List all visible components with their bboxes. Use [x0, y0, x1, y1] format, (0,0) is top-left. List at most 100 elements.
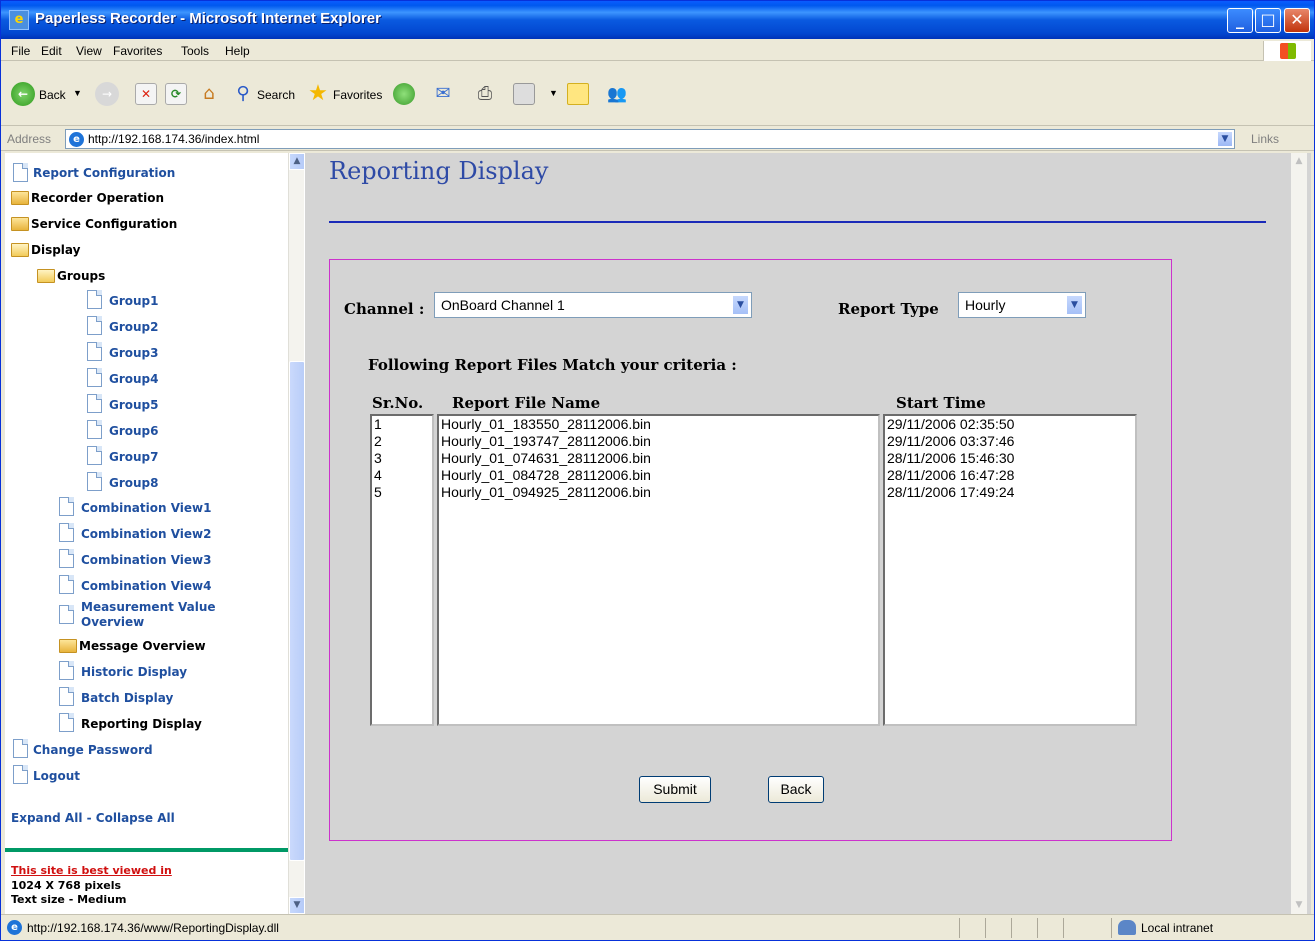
nav-service-configuration[interactable]: Service Configuration [31, 217, 177, 231]
nav-change-password[interactable]: Change Password [33, 743, 153, 757]
srno-listbox[interactable]: 1 2 3 4 5 [370, 414, 434, 726]
menu-bar: File Edit View Favorites Tools Help [1, 39, 1314, 61]
scroll-thumb[interactable] [289, 361, 304, 861]
nav-group4[interactable]: Group4 [109, 372, 159, 386]
list-item[interactable]: Hourly_01_193747_28112006.bin [439, 433, 878, 450]
chevron-down-icon[interactable]: ▼ [732, 295, 749, 315]
nav-measurement-overview[interactable]: Overview [81, 615, 144, 629]
nav-group1[interactable]: Group1 [109, 294, 159, 308]
nav-group3[interactable]: Group3 [109, 346, 159, 360]
nav-combination-view1[interactable]: Combination View1 [81, 501, 211, 515]
stop-icon[interactable]: ✕ [135, 83, 157, 105]
nav-group6[interactable]: Group6 [109, 424, 159, 438]
list-item[interactable]: 28/11/2006 16:47:28 [885, 467, 1135, 484]
search-button-label[interactable]: Search [257, 88, 295, 102]
nav-group5[interactable]: Group5 [109, 398, 159, 412]
menu-tools[interactable]: Tools [181, 44, 209, 58]
edit-dropdown-icon[interactable]: ▼ [549, 88, 558, 98]
title-bar[interactable]: e Paperless Recorder - Microsoft Interne… [1, 1, 1314, 39]
nav-group2[interactable]: Group2 [109, 320, 159, 334]
starttime-listbox[interactable]: 29/11/2006 02:35:50 29/11/2006 03:37:46 … [883, 414, 1137, 726]
nav-logout[interactable]: Logout [33, 769, 80, 783]
folder-icon [11, 191, 29, 205]
nav-group8[interactable]: Group8 [109, 476, 159, 490]
menu-view[interactable]: View [76, 44, 102, 58]
main-scrollbar[interactable]: ▲ ▼ [1291, 153, 1307, 914]
list-item[interactable]: 1 [372, 416, 432, 433]
list-item[interactable]: 28/11/2006 17:49:24 [885, 484, 1135, 501]
list-item[interactable]: Hourly_01_084728_28112006.bin [439, 467, 878, 484]
scroll-up-icon[interactable]: ▲ [289, 153, 304, 170]
windows-flag-icon [1280, 43, 1296, 59]
expand-collapse-link[interactable]: Expand All - Collapse All [11, 811, 175, 825]
report-type-select[interactable]: Hourly ▼ [958, 292, 1086, 318]
channel-label: Channel : [344, 300, 425, 318]
submit-button[interactable]: Submit [639, 776, 711, 803]
menu-edit[interactable]: Edit [41, 44, 62, 58]
minimize-button[interactable]: _ [1227, 8, 1253, 33]
channel-select[interactable]: OnBoard Channel 1 ▼ [434, 292, 752, 318]
nav-historic-display[interactable]: Historic Display [81, 665, 187, 679]
nav-message-overview[interactable]: Message Overview [79, 639, 206, 653]
list-item[interactable]: 28/11/2006 15:46:30 [885, 450, 1135, 467]
nav-combination-view4[interactable]: Combination View4 [81, 579, 211, 593]
back-dropdown-icon[interactable]: ▼ [73, 88, 82, 98]
nav-reporting-display[interactable]: Reporting Display [81, 717, 202, 731]
list-item[interactable]: Hourly_01_094925_28112006.bin [439, 484, 878, 501]
nav-display[interactable]: Display [31, 243, 80, 257]
list-item[interactable]: Hourly_01_074631_28112006.bin [439, 450, 878, 467]
list-item[interactable]: 3 [372, 450, 432, 467]
scroll-down-icon[interactable]: ▼ [289, 897, 304, 914]
back-arrow-icon[interactable]: ← [11, 82, 35, 106]
messenger-icon[interactable]: 👥 [605, 82, 629, 106]
mail-icon[interactable]: ✉ [431, 82, 455, 106]
nav-scrollbar[interactable]: ▲ ▼ [288, 153, 304, 914]
divider [5, 848, 288, 852]
menu-file[interactable]: File [11, 44, 30, 58]
open-folder-icon [37, 269, 55, 283]
list-item[interactable]: 29/11/2006 03:37:46 [885, 433, 1135, 450]
menu-favorites[interactable]: Favorites [113, 44, 162, 58]
nav-combination-view2[interactable]: Combination View2 [81, 527, 211, 541]
scroll-down-icon[interactable]: ▼ [1291, 897, 1307, 914]
edit-icon[interactable] [513, 83, 535, 105]
discuss-icon[interactable] [567, 83, 589, 105]
forward-arrow-icon[interactable]: → [95, 82, 119, 106]
list-item[interactable]: 5 [372, 484, 432, 501]
close-button[interactable]: ✕ [1284, 8, 1310, 33]
nav-recorder-operation[interactable]: Recorder Operation [31, 191, 164, 205]
maximize-button[interactable]: □ [1255, 8, 1281, 33]
address-url[interactable]: http://192.168.174.36/index.html [88, 132, 259, 146]
favorites-star-icon[interactable]: ★ [305, 81, 331, 107]
list-item[interactable]: 2 [372, 433, 432, 450]
criteria-text: Following Report Files Match your criter… [368, 356, 737, 374]
nav-report-configuration[interactable]: Report Configuration [33, 166, 175, 180]
links-button[interactable]: Links [1251, 132, 1279, 146]
status-divider [1037, 918, 1038, 938]
nav-group7[interactable]: Group7 [109, 450, 159, 464]
back-button-label[interactable]: Back [39, 88, 66, 102]
scroll-up-icon[interactable]: ▲ [1291, 153, 1307, 170]
list-item[interactable]: 29/11/2006 02:35:50 [885, 416, 1135, 433]
nav-groups[interactable]: Groups [57, 269, 105, 283]
nav-batch-display[interactable]: Batch Display [81, 691, 173, 705]
list-item[interactable]: 4 [372, 467, 432, 484]
nav-combination-view3[interactable]: Combination View3 [81, 553, 211, 567]
nav-measurement-value[interactable]: Measurement Value [81, 600, 216, 614]
address-input[interactable]: e http://192.168.174.36/index.html ▼ [65, 129, 1235, 149]
chevron-down-icon[interactable]: ▼ [1066, 295, 1083, 315]
history-icon[interactable] [393, 83, 415, 105]
list-item[interactable]: Hourly_01_183550_28112006.bin [439, 416, 878, 433]
back-button[interactable]: Back [768, 776, 824, 803]
page-icon [87, 290, 102, 309]
refresh-icon[interactable]: ⟳ [165, 83, 187, 105]
page-icon [87, 342, 102, 361]
menu-help[interactable]: Help [225, 44, 250, 58]
home-icon[interactable]: ⌂ [197, 82, 221, 106]
best-viewed-link[interactable]: This site is best viewed in [11, 864, 172, 877]
favorites-button-label[interactable]: Favorites [333, 88, 382, 102]
address-dropdown-icon[interactable]: ▼ [1217, 131, 1233, 147]
filename-listbox[interactable]: Hourly_01_183550_28112006.bin Hourly_01_… [437, 414, 880, 726]
search-icon[interactable]: ⚲ [231, 82, 255, 106]
print-icon[interactable]: ⎙ [473, 82, 497, 106]
